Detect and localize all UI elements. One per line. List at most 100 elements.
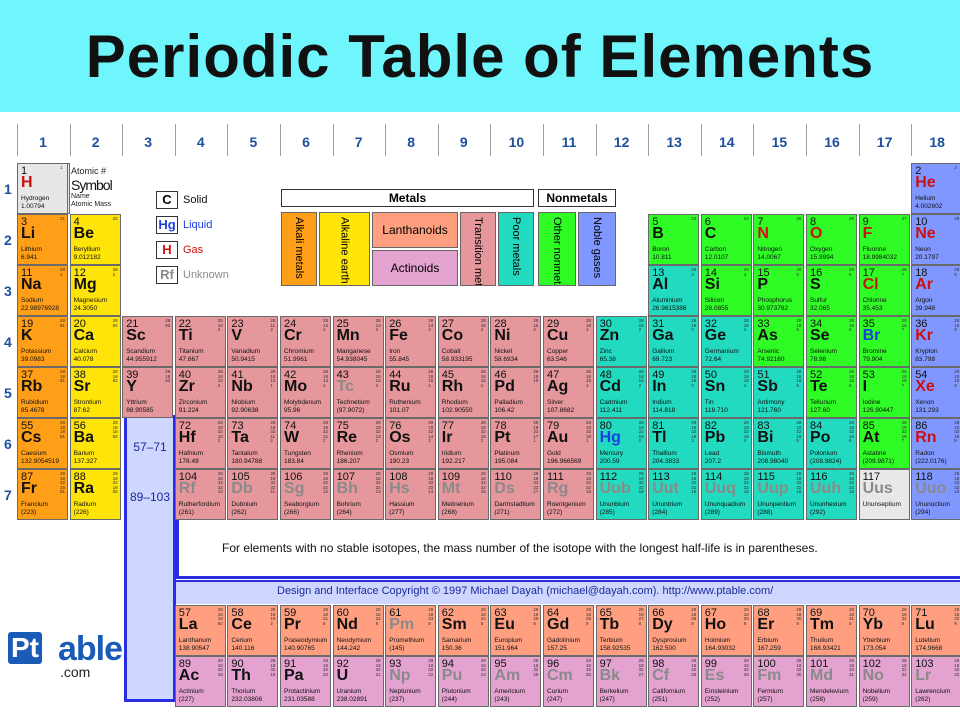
element-cell-nb[interactable]: 41 Nb Niobium 92.90638 2818121 [227,367,279,418]
element-cell-pa[interactable]: 91 Pa Protactinium 231.03588 28183220 [280,656,331,707]
element-cell-al[interactable]: 13 Al Aluminium 26.9815386 283 [648,265,700,316]
element-cell-ds[interactable]: 110 Ds Darmstadtium (271) 2818323217 [490,469,542,520]
element-cell-h[interactable]: 1 H Hydrogen 1.00794 1 [17,163,68,214]
element-cell-cf[interactable]: 98 Cf Californium (251) 28183228 [648,656,700,707]
element-cell-mn[interactable]: 25 Mn Manganese 54.938045 28132 [332,316,384,367]
element-cell-uup[interactable]: 115 Uup Ununpentium (288) 2818323218 [753,469,805,520]
element-cell-cl[interactable]: 17 Cl Chlorine 35.453 287 [858,265,910,316]
element-cell-n[interactable]: 7 N Nitrogen 14.0067 25 [753,214,805,265]
element-cell-ir[interactable]: 77 Ir Iridium 192.217 281832152 [437,418,489,469]
element-cell-mo[interactable]: 42 Mo Molybdenum 95.96 2818131 [280,367,331,418]
element-cell-uuq[interactable]: 114 Uuq Ununquadium (289) 2818323218 [700,469,752,520]
element-cell-b[interactable]: 5 B Boron 10.811 23 [648,214,700,265]
element-cell-yb[interactable]: 70 Yb Ytterbium 173.054 2818328 [858,605,910,656]
element-cell-tb[interactable]: 65 Tb Terbium 158.92535 2818278 [595,605,647,656]
element-cell-pb[interactable]: 82 Pb Lead 207.2 281832184 [700,418,752,469]
element-cell-th[interactable]: 90 Th Thorium 232.03806 28183218 [227,656,279,707]
element-cell-ga[interactable]: 31 Ga Gallium 69.723 28183 [648,316,700,367]
element-cell-ho[interactable]: 67 Ho Holmium 164.93032 2818298 [700,605,752,656]
element-cell-la[interactable]: 57 La Lanthanum 138.90547 28181892 [174,605,226,656]
element-cell-u[interactable]: 92 U Uranium 238.02891 28183221 [332,656,384,707]
element-cell-he[interactable]: 2 He Helium 4.002602 2 [911,163,960,214]
element-cell-er[interactable]: 68 Er Erbium 167.259 2818308 [753,605,805,656]
element-cell-f[interactable]: 9 F Fluorine 18.9984032 27 [858,214,910,265]
element-cell-i[interactable]: 53 I Iodine 126.90447 2818187 [858,367,910,418]
element-cell-pm[interactable]: 61 Pm Promethium (145) 2818238 [385,605,437,656]
element-cell-zn[interactable]: 30 Zn Zinc 65.38 28182 [595,316,647,367]
element-cell-sg[interactable]: 106 Sg Seaborgium (266) 2818323212 [280,469,331,520]
element-cell-cd[interactable]: 48 Cd Cadmium 112.411 2818182 [595,367,647,418]
element-cell-sb[interactable]: 51 Sb Antimony 121.760 2818185 [753,367,805,418]
element-cell-hg[interactable]: 80 Hg Mercury 200.59 281832182 [595,418,647,469]
element-cell-ge[interactable]: 32 Ge Germanium 72.64 28184 [700,316,752,367]
element-cell-pu[interactable]: 94 Pu Plutonium (244) 28183224 [437,656,489,707]
element-cell-rb[interactable]: 37 Rb Rubidium 85.4678 281881 [17,367,68,418]
element-cell-sn[interactable]: 50 Sn Tin 118.710 2818184 [700,367,752,418]
element-cell-in[interactable]: 49 In Indium 114.818 2818183 [648,367,700,418]
element-cell-ce[interactable]: 58 Ce Cerium 140.116 2818192 [227,605,279,656]
element-cell-uus[interactable]: 117 Uus Ununseptium [858,469,910,520]
element-cell-pr[interactable]: 59 Pr Praseodymium 140.90765 2818218 [280,605,331,656]
element-cell-ne[interactable]: 10 Ne Neon 20.1797 28 [911,214,960,265]
element-cell-na[interactable]: 11 Na Sodium 22.98976928 281 [17,265,68,316]
element-cell-lu[interactable]: 71 Lu Lutetium 174.9668 2818329 [911,605,960,656]
element-cell-sc[interactable]: 21 Sc Scandium 44.955912 2892 [122,316,174,367]
element-cell-se[interactable]: 34 Se Selenium 78.96 28186 [806,316,857,367]
element-cell-cs[interactable]: 55 Cs Caesium 132.9054519 28181881 [17,418,68,469]
element-cell-bk[interactable]: 97 Bk Berkelium (247) 28183227 [595,656,647,707]
element-cell-be[interactable]: 4 Be Beryllium 9.012182 22 [69,214,121,265]
element-cell-re[interactable]: 75 Re Rhenium 186.207 281832132 [332,418,384,469]
element-cell-os[interactable]: 76 Os Osmium 190.23 281832142 [385,418,437,469]
element-cell-uuh[interactable]: 116 Uuh Ununhexium (292) 2818323218 [806,469,857,520]
element-cell-kr[interactable]: 36 Kr Krypton 83.798 28188 [911,316,960,367]
element-cell-tl[interactable]: 81 Tl Thallium 204.3833 281832183 [648,418,700,469]
element-cell-sr[interactable]: 38 Sr Strontium 87.62 281882 [69,367,121,418]
element-cell-ti[interactable]: 22 Ti Titanium 47.867 28102 [174,316,226,367]
element-cell-tm[interactable]: 69 Tm Thulium 168.93421 2818318 [806,605,857,656]
element-cell-y[interactable]: 39 Y Yttrium 88.90585 281892 [122,367,174,418]
element-cell-bh[interactable]: 107 Bh Bohrium (264) 2818323213 [332,469,384,520]
element-cell-rh[interactable]: 45 Rh Rhodium 102.90550 2818161 [437,367,489,418]
element-cell-as[interactable]: 33 As Arsenic 74.92160 28185 [753,316,805,367]
element-cell-cr[interactable]: 24 Cr Chromium 51.9961 28131 [280,316,331,367]
element-cell-cu[interactable]: 29 Cu Copper 63.546 28181 [543,316,594,367]
element-cell-ag[interactable]: 47 Ag Silver 107.8682 2818181 [543,367,594,418]
element-cell-eu[interactable]: 63 Eu Europium 151.964 2818258 [490,605,542,656]
element-cell-rg[interactable]: 111 Rg Roentgenium (272) 2818323218 [543,469,594,520]
element-cell-fr[interactable]: 87 Fr Francium (223) 2818321881 [17,469,68,520]
element-cell-no[interactable]: 102 No Nobelium (259) 28183232 [858,656,910,707]
element-cell-hf[interactable]: 72 Hf Hafnium 178.49 281832102 [174,418,226,469]
element-cell-si[interactable]: 14 Si Silicon 28.0855 284 [700,265,752,316]
element-cell-dy[interactable]: 66 Dy Dysprosium 162.500 2818288 [648,605,700,656]
element-cell-ac[interactable]: 89 Ac Actinium (227) 28183218 [174,656,226,707]
element-cell-md[interactable]: 101 Md Mendelevium (258) 28183231 [806,656,857,707]
element-cell-te[interactable]: 52 Te Tellurium 127.60 2818186 [806,367,857,418]
element-cell-cm[interactable]: 96 Cm Curium (247) 28183225 [543,656,594,707]
element-cell-zr[interactable]: 40 Zr Zirconium 91.224 2818102 [174,367,226,418]
element-cell-bi[interactable]: 83 Bi Bismuth 208.98040 281832185 [753,418,805,469]
element-cell-ni[interactable]: 28 Ni Nickel 58.6934 28162 [490,316,542,367]
element-cell-k[interactable]: 19 K Potassium 39.0983 2881 [17,316,68,367]
element-cell-gd[interactable]: 64 Gd Gadolinium 157.25 2818259 [543,605,594,656]
element-cell-es[interactable]: 99 Es Einsteinium (252) 28183229 [700,656,752,707]
element-cell-p[interactable]: 15 P Phosphorus 30.973762 285 [753,265,805,316]
element-cell-xe[interactable]: 54 Xe Xenon 131.293 2818188 [911,367,960,418]
element-cell-db[interactable]: 105 Db Dubnium (262) 2818323211 [227,469,279,520]
element-cell-uuo[interactable]: 118 Uuo Ununoctium (294) 2818323218 [911,469,960,520]
element-cell-uub[interactable]: 112 Uub Ununbium (285) 2818323218 [595,469,647,520]
element-cell-at[interactable]: 85 At Astatine (209.9871) 281832187 [858,418,910,469]
element-cell-pd[interactable]: 46 Pd Palladium 106.42 281818 [490,367,542,418]
element-cell-s[interactable]: 16 S Sulfur 32.065 286 [806,265,857,316]
element-cell-sm[interactable]: 62 Sm Samarium 150.36 2818248 [437,605,489,656]
element-cell-o[interactable]: 8 O Oxygen 15.9994 26 [806,214,857,265]
element-cell-li[interactable]: 3 Li Lithium 6.941 21 [17,214,68,265]
element-cell-w[interactable]: 74 W Tungsten 183.84 281832122 [280,418,331,469]
element-cell-pt[interactable]: 78 Pt Platinum 195.084 281832171 [490,418,542,469]
element-cell-hs[interactable]: 108 Hs Hassium (277) 2818323214 [385,469,437,520]
element-cell-rn[interactable]: 86 Rn Radon (222.0176) 281832188 [911,418,960,469]
element-cell-mt[interactable]: 109 Mt Meitnerium (268) 2818323215 [437,469,489,520]
element-cell-ru[interactable]: 44 Ru Ruthenium 101.07 2818151 [385,367,437,418]
element-cell-ra[interactable]: 88 Ra Radium (226) 2818321882 [69,469,121,520]
element-cell-nd[interactable]: 60 Nd Neodymium 144.242 2818228 [332,605,384,656]
element-cell-uut[interactable]: 113 Uut Ununtrium (284) 2818323218 [648,469,700,520]
